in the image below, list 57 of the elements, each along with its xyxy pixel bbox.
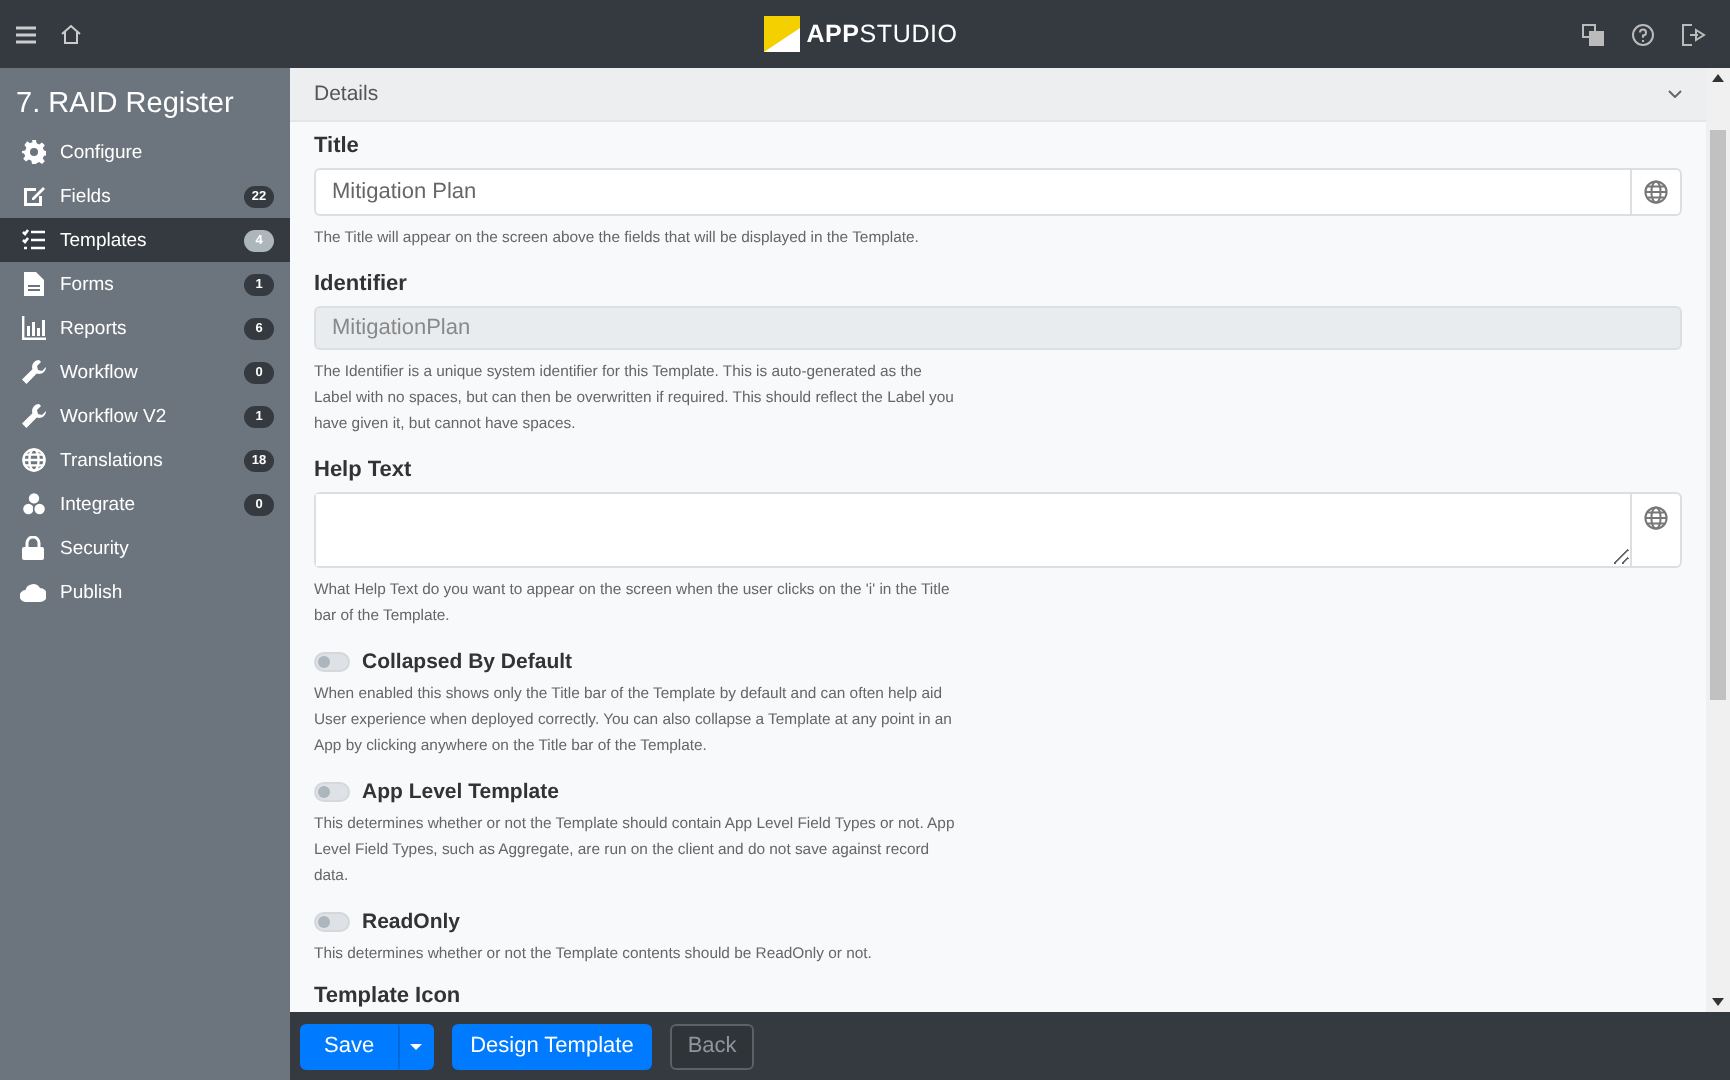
gear-icon [21, 140, 45, 164]
sidebar-item-label: Workflow V2 [60, 405, 169, 427]
logo-icon [764, 16, 801, 52]
edit-icon [21, 184, 45, 208]
toggle-switch[interactable] [314, 782, 350, 802]
logout-icon[interactable] [1682, 23, 1707, 45]
sidebar-item-label: Configure [60, 141, 145, 163]
section-title: Details [314, 82, 379, 106]
sidebar-item-label: Fields [60, 185, 113, 207]
help-text-input[interactable] [314, 492, 1682, 568]
sidebar-item-label: Integrate [60, 493, 137, 515]
sidebar-item-label: Publish [60, 581, 125, 603]
lock-icon [22, 536, 44, 560]
copy-icon[interactable] [1582, 23, 1605, 45]
design-template-button[interactable]: Design Template [452, 1023, 652, 1069]
sidebar-item-label: Translations [60, 449, 165, 471]
wrench-icon [21, 404, 45, 428]
title-input[interactable]: Mitigation Plan [314, 168, 1682, 216]
sidebar-item-label: Templates [60, 229, 149, 251]
dropdown-button[interactable] [398, 1023, 435, 1069]
network-icon [21, 492, 45, 516]
toggle-label: Collapsed By Default [362, 650, 573, 674]
document-icon [23, 272, 43, 296]
field-label: Help Text [314, 458, 414, 482]
caret-icon [410, 1044, 423, 1052]
wrench-icon [21, 360, 45, 384]
sidebar-item[interactable]: Configure [0, 130, 290, 174]
toggle-switch[interactable] [314, 652, 350, 672]
menu-icon[interactable] [16, 25, 36, 43]
sidebar-item-label: Reports [60, 317, 129, 339]
bar-chart-icon [21, 316, 45, 340]
scroll-down-icon[interactable] [1712, 998, 1724, 1006]
globe-icon [21, 448, 45, 472]
app-logo-text: APPSTUDIO [806, 20, 958, 48]
toggle-switch[interactable] [314, 912, 350, 932]
field-label: Template Icon [314, 984, 463, 1008]
checklist-icon [21, 228, 45, 252]
sidebar-item[interactable]: Security [0, 526, 290, 570]
toggle-label: ReadOnly [362, 910, 461, 934]
scroll-up-icon[interactable] [1712, 74, 1724, 82]
chevron-down-icon [1668, 90, 1682, 98]
sidebar-item-label: Workflow [60, 361, 140, 383]
sidebar-item[interactable]: Publish [0, 570, 290, 614]
sidebar-item-label: Security [60, 537, 131, 559]
details-header[interactable]: Details [290, 68, 1706, 122]
field-label: Title [314, 134, 361, 158]
globe-icon [1644, 506, 1668, 530]
sidebar-item-label: Forms [60, 273, 116, 295]
home-icon[interactable] [60, 24, 82, 44]
cloud-icon [20, 582, 46, 602]
scrollbar[interactable] [1706, 68, 1730, 1012]
project-title: 7. RAID Register [16, 88, 236, 120]
save-button[interactable]: Save [300, 1023, 399, 1069]
toggle-label: App Level Template [362, 780, 559, 804]
help-icon[interactable] [1632, 23, 1655, 45]
field-label: Identifier [314, 272, 409, 296]
globe-icon [1644, 180, 1668, 204]
